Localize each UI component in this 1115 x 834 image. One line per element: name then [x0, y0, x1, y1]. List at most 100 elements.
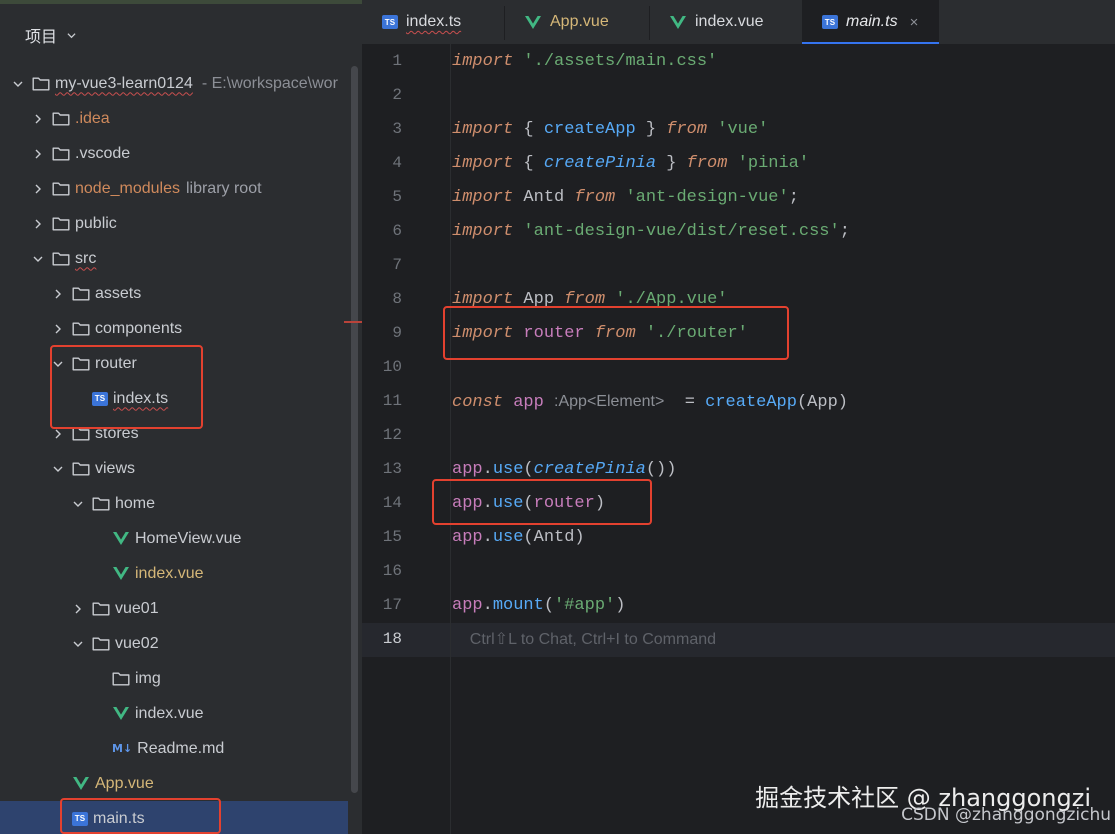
code-token: { [513, 120, 544, 139]
tree-item[interactable]: router [0, 346, 348, 381]
code-token: ) [594, 494, 606, 513]
expand-chevron-down-icon[interactable] [73, 499, 83, 509]
code-token: from [594, 324, 636, 343]
tree-item[interactable]: App.vue [0, 766, 348, 801]
markdown-file-icon: M↓ [112, 742, 133, 755]
expand-chevron-down-icon[interactable] [33, 254, 43, 264]
tree-item[interactable]: TS index.ts [0, 381, 348, 416]
editor-tab-label: index.vue [695, 13, 764, 30]
tree-item[interactable]: index.vue [0, 696, 348, 731]
code-line: import App from './App.vue' [452, 283, 727, 317]
close-tab-icon[interactable]: × [910, 14, 919, 31]
code-token: ) [615, 596, 626, 615]
tree-item[interactable]: public [0, 206, 348, 241]
tree-item[interactable]: views [0, 451, 348, 486]
vue-file-icon [524, 15, 542, 30]
tree-item[interactable]: img [0, 661, 348, 696]
expand-chevron-down-icon[interactable] [53, 464, 63, 474]
code-token: createApp [543, 120, 636, 139]
code-token: from [564, 290, 606, 309]
tree-item-label: public [75, 214, 117, 232]
tree-item-label: vue01 [115, 599, 159, 617]
tree-item[interactable]: home [0, 486, 348, 521]
expand-chevron-down-icon[interactable] [73, 639, 83, 649]
code-token: mount [492, 596, 544, 615]
collapse-chevron-right-icon[interactable] [53, 429, 63, 439]
collapse-chevron-right-icon[interactable] [53, 289, 63, 299]
collapse-chevron-right-icon[interactable] [33, 219, 43, 229]
expand-chevron-down-icon[interactable] [53, 359, 63, 369]
code-line: import Antd from 'ant-design-vue'; [452, 181, 799, 215]
folder-icon [112, 671, 130, 686]
tree-item[interactable]: node_modules library root [0, 171, 348, 206]
tree-item-label: router [95, 354, 137, 372]
collapse-chevron-right-icon[interactable] [33, 114, 43, 124]
code-token: 'ant-design-vue/dist/reset.css' [523, 222, 840, 241]
code-line: app.use(Antd) [452, 521, 585, 555]
editor-tab[interactable]: TS main.ts × [802, 0, 939, 44]
tree-item-label: Readme.md [137, 739, 225, 757]
code-token: = [664, 393, 706, 412]
tree-item[interactable]: .idea [0, 101, 348, 136]
editor-tab[interactable]: index.vue [649, 0, 802, 44]
chevron-placeholder [53, 779, 63, 789]
tree-item-label: .vscode [75, 144, 131, 162]
collapse-chevron-right-icon[interactable] [73, 604, 83, 614]
tree-item[interactable]: vue02 [0, 626, 348, 661]
tree-item[interactable]: .vscode [0, 136, 348, 171]
editor-tab[interactable]: TS index.ts [362, 0, 504, 44]
tree-item[interactable]: components [0, 311, 348, 346]
tree-item[interactable]: M↓ Readme.md [0, 731, 348, 766]
chevron-placeholder [93, 534, 103, 544]
tree-item[interactable]: HomeView.vue [0, 521, 348, 556]
folder-icon [52, 111, 70, 126]
line-number: 12 [382, 426, 402, 444]
tree-item-label: .idea [75, 109, 110, 127]
code-token: use [492, 528, 524, 547]
project-view-selector[interactable]: 项目 [25, 22, 76, 48]
tree-item[interactable]: my-vue3-learn0124 - E:\workspace\wor [0, 66, 348, 101]
code-token: router [533, 494, 595, 513]
collapse-chevron-right-icon[interactable] [33, 149, 43, 159]
tree-item[interactable]: src [0, 241, 348, 276]
folder-icon [92, 601, 110, 616]
code-token: createPinia [533, 460, 646, 479]
tab-separator [649, 6, 650, 40]
expand-chevron-down-icon[interactable] [13, 79, 23, 89]
vue-file-icon [112, 531, 130, 546]
line-number: 3 [392, 120, 402, 138]
code-token: . [482, 460, 493, 479]
project-tree-scrollbar[interactable] [351, 66, 358, 793]
tree-item[interactable]: index.vue [0, 556, 348, 591]
line-number: 11 [382, 392, 402, 410]
code-token: app [452, 528, 483, 547]
tree-item[interactable]: assets [0, 276, 348, 311]
code-token: 'ant-design-vue' [625, 188, 789, 207]
code-line: app.use(createPinia()) [452, 453, 676, 487]
code-line: Ctrl⇧L to Chat, Ctrl+I to Command [452, 623, 716, 657]
code-token: :App<Element> [554, 393, 665, 410]
code-token: from [574, 188, 616, 207]
scroll-marker [344, 321, 362, 323]
editor-tab[interactable]: App.vue [504, 0, 649, 44]
code-line: import './assets/main.css' [452, 45, 717, 79]
editor-tab-label: index.ts [406, 13, 462, 30]
typescript-file-icon: TS [382, 15, 398, 29]
code-token: './router' [645, 324, 748, 343]
line-number-gutter: 1 2 3 4 5 6 7 8 9 10 11 12 13 14 15 16 17 18 [362, 44, 452, 834]
line-number: 15 [382, 528, 402, 546]
code-token: createApp [705, 393, 797, 412]
collapse-chevron-right-icon[interactable] [53, 324, 63, 334]
tree-item[interactable]: stores [0, 416, 348, 451]
line-number: 5 [392, 188, 402, 206]
collapse-chevron-right-icon[interactable] [33, 184, 43, 194]
line-number: 9 [392, 324, 402, 342]
tree-item-label: index.vue [135, 704, 204, 722]
tree-item[interactable]: vue01 [0, 591, 348, 626]
tree-item[interactable]: TS main.ts [0, 801, 348, 834]
line-number: 2 [392, 86, 402, 104]
